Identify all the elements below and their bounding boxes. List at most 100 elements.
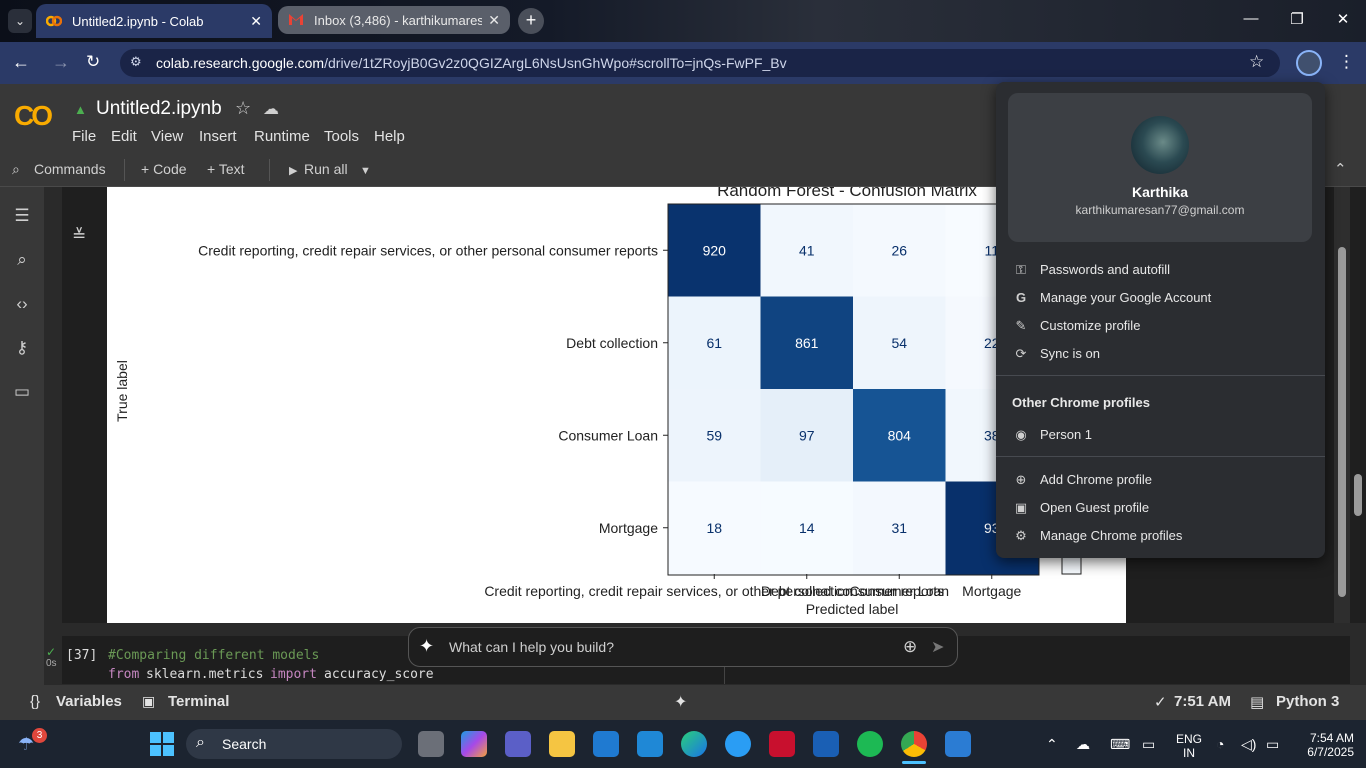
cell-value-label: 804: [888, 427, 912, 443]
task-view-icon[interactable]: [418, 731, 444, 757]
gemini-prompt-input[interactable]: ✦ What can I help you build? ⊕ ➤: [408, 627, 958, 667]
microsoft-store-icon[interactable]: [593, 731, 619, 757]
maximize-icon[interactable]: ❐: [1286, 10, 1308, 32]
profile-name: Karthika: [1131, 184, 1189, 200]
wifi-icon[interactable]: ◔: [1216, 736, 1224, 752]
menu-manage-chrome-profiles[interactable]: Manage Chrome profiles: [1040, 528, 1182, 543]
new-tab-button[interactable]: +: [518, 8, 544, 34]
bookmark-star-icon[interactable]: ☆: [1249, 52, 1264, 72]
back-icon[interactable]: ←: [12, 52, 30, 73]
language-code: ENG: [1176, 732, 1203, 746]
close-tab-icon[interactable]: ✕: [250, 13, 262, 30]
menu-customize-profile[interactable]: Customize profile: [1040, 318, 1140, 333]
help-icon[interactable]: [725, 731, 751, 757]
code-keyword: import: [270, 667, 317, 682]
file-explorer-icon[interactable]: [549, 731, 575, 757]
last-run-time[interactable]: 7:51 AM: [1174, 693, 1231, 710]
notebook-title[interactable]: Untitled2.ipynb: [96, 98, 222, 120]
secrets-key-icon[interactable]: ⚷: [10, 338, 34, 358]
page-scrollbar-thumb[interactable]: [1354, 474, 1362, 516]
menu-tools[interactable]: Tools: [324, 128, 359, 145]
send-icon[interactable]: ➤: [931, 637, 944, 657]
code-snippets-icon[interactable]: ‹›: [10, 294, 34, 314]
site-info-icon[interactable]: ⚙: [130, 54, 142, 70]
close-window-icon[interactable]: ✕: [1332, 10, 1354, 32]
commands-button[interactable]: Commands: [34, 161, 106, 177]
input-language[interactable]: ENG IN: [1176, 732, 1202, 760]
reload-icon[interactable]: ↻: [86, 52, 100, 72]
runtime-type[interactable]: Python 3: [1276, 693, 1339, 710]
address-bar[interactable]: ⚙ colab.research.google.com/drive/1tZRoy…: [120, 49, 1280, 77]
display-icon[interactable]: ▭: [1142, 736, 1155, 753]
menu-passwords-autofill[interactable]: Passwords and autofill: [1040, 262, 1170, 277]
run-all-button[interactable]: Run all: [304, 161, 348, 177]
add-text-button[interactable]: + Text: [207, 161, 245, 177]
notification-badge: 3: [32, 728, 47, 743]
taskbar-search-box[interactable]: ⌕ Search: [186, 729, 402, 759]
menu-add-chrome-profile[interactable]: Add Chrome profile: [1040, 472, 1152, 487]
edge-icon[interactable]: [681, 731, 707, 757]
app-icon[interactable]: [813, 731, 839, 757]
find-icon[interactable]: ⌕: [10, 250, 34, 270]
row-labels: Credit reporting, credit repair services…: [198, 242, 668, 536]
x-axis-label: Predicted label: [806, 601, 899, 617]
tab-colab[interactable]: Untitled2.ipynb - Colab ✕: [36, 4, 272, 38]
colab-logo[interactable]: CO: [14, 100, 53, 132]
x-tick-label: Mortgage: [962, 583, 1021, 599]
scrollbar-thumb[interactable]: [1338, 247, 1346, 597]
cell-value-label: 54: [891, 335, 907, 351]
menu-file[interactable]: File: [72, 128, 96, 145]
tray-chevron-icon[interactable]: ⌃: [1046, 736, 1058, 753]
files-folder-icon[interactable]: ▭: [10, 382, 34, 402]
cell-value-label: 861: [795, 335, 819, 351]
chrome-icon[interactable]: [901, 731, 927, 757]
exec-count: [37]: [66, 648, 98, 663]
cell-value-label: 59: [706, 427, 722, 443]
add-code-button[interactable]: + Code: [141, 161, 187, 177]
gemini-spark-icon[interactable]: ✦: [674, 692, 687, 712]
menu-insert[interactable]: Insert: [199, 128, 237, 145]
menu-sync-status[interactable]: Sync is on: [1040, 346, 1100, 361]
menu-help[interactable]: Help: [374, 128, 405, 145]
notebook-scrollbar[interactable]: [1334, 187, 1350, 623]
variables-button[interactable]: Variables: [56, 693, 122, 710]
clock[interactable]: 7:54 AM 6/7/2025: [1294, 731, 1354, 759]
google-g-icon: G: [1015, 290, 1027, 305]
more-menu-icon[interactable]: ⋮: [1338, 52, 1355, 72]
terminal-button[interactable]: Terminal: [168, 693, 229, 710]
output-toggle-icon[interactable]: ≚: [72, 226, 86, 246]
teams-icon[interactable]: [505, 731, 531, 757]
menu-edit[interactable]: Edit: [111, 128, 137, 145]
spotify-icon[interactable]: [857, 731, 883, 757]
check-icon: ✓: [1154, 694, 1167, 711]
run-all-dropdown-icon[interactable]: ▼: [360, 165, 371, 177]
windows-start-icon[interactable]: [150, 732, 174, 756]
toc-icon[interactable]: ☰: [10, 206, 34, 226]
cloud-off-icon[interactable]: ☁: [1076, 736, 1090, 753]
tab-gmail[interactable]: Inbox (3,486) - karthikumaresan ✕: [278, 6, 510, 34]
menu-runtime[interactable]: Runtime: [254, 128, 310, 145]
profile-person-1[interactable]: Person 1: [1040, 427, 1092, 442]
gemini-spark-icon: ✦: [419, 636, 435, 656]
forward-icon[interactable]: →: [52, 52, 70, 73]
collapse-header-icon[interactable]: ⌃: [1334, 160, 1347, 178]
x-tick-label: Debt collection: [761, 583, 853, 599]
notepad-icon[interactable]: [945, 731, 971, 757]
menu-open-guest-profile[interactable]: Open Guest profile: [1040, 500, 1149, 515]
copilot-icon[interactable]: [461, 731, 487, 757]
y-axis-label: True label: [114, 360, 130, 422]
menu-manage-google-account[interactable]: Manage your Google Account: [1040, 290, 1211, 305]
menu-view[interactable]: View: [151, 128, 183, 145]
close-tab-icon[interactable]: ✕: [488, 12, 500, 29]
minimize-icon[interactable]: —: [1240, 10, 1262, 32]
variables-icon: {}: [30, 693, 41, 710]
add-icon[interactable]: ⊕: [903, 637, 917, 657]
volume-icon[interactable]: ◁): [1241, 736, 1256, 753]
tab-search-chevron-icon[interactable]: ⌄: [8, 9, 32, 33]
profile-avatar-button[interactable]: [1296, 50, 1322, 76]
keyboard-icon[interactable]: ⌨: [1110, 736, 1130, 753]
star-icon[interactable]: ☆: [235, 98, 251, 119]
app-icon[interactable]: [637, 731, 663, 757]
battery-icon[interactable]: ▭: [1266, 736, 1279, 753]
mcafee-icon[interactable]: [769, 731, 795, 757]
